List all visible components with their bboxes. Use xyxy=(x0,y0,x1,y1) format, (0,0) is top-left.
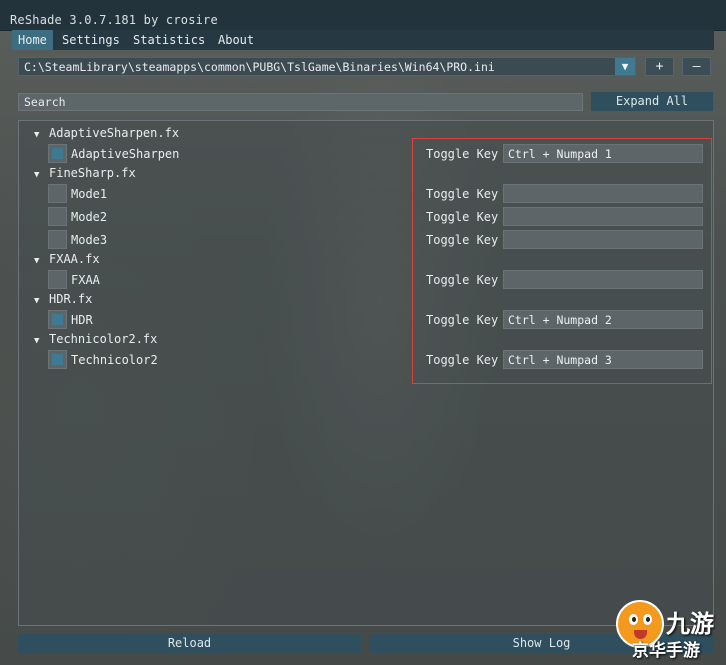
toggle-key-label: Toggle Key xyxy=(426,210,499,224)
technique-name: HDR xyxy=(71,313,93,327)
tab-home[interactable]: Home xyxy=(12,30,53,50)
search-placeholder: Search xyxy=(24,95,66,109)
toggle-key-label: Toggle Key xyxy=(426,147,499,161)
effect-header[interactable]: ▼ FXAA.fx xyxy=(34,252,100,266)
effect-header[interactable]: ▼ HDR.fx xyxy=(34,292,92,306)
tab-about[interactable]: About xyxy=(212,30,260,50)
effect-header[interactable]: ▼ FineSharp.fx xyxy=(34,166,136,180)
technique-checkbox[interactable] xyxy=(48,184,67,203)
technique-name: Mode3 xyxy=(71,233,108,247)
collapse-arrow-icon[interactable]: ▼ xyxy=(34,130,42,140)
toggle-key-input[interactable] xyxy=(503,270,703,289)
remove-preset-button[interactable]: – xyxy=(682,57,711,76)
toggle-key-input[interactable] xyxy=(503,207,703,226)
technique-checkbox[interactable] xyxy=(48,270,67,289)
triangle-down-icon[interactable]: ▼ xyxy=(615,58,635,75)
collapse-arrow-icon[interactable]: ▼ xyxy=(34,170,42,180)
title-bar: ReShade 3.0.7.181 by crosire xyxy=(0,0,726,31)
reload-button[interactable]: Reload xyxy=(18,634,361,653)
toggle-key-input[interactable]: Ctrl + Numpad 3 xyxy=(503,350,703,369)
preset-path-select[interactable]: C:\SteamLibrary\steamapps\common\PUBG\Ts… xyxy=(18,57,636,76)
technique-name: AdaptiveSharpen xyxy=(71,147,180,161)
search-input[interactable]: Search xyxy=(18,93,583,111)
technique-checkbox[interactable] xyxy=(48,144,67,163)
effect-header[interactable]: ▼ Technicolor2.fx xyxy=(34,332,157,346)
collapse-arrow-icon[interactable]: ▼ xyxy=(34,336,42,346)
window-title: ReShade 3.0.7.181 by crosire xyxy=(10,13,218,27)
tab-settings[interactable]: Settings xyxy=(56,30,126,50)
effect-header[interactable]: ▼ AdaptiveSharpen.fx xyxy=(34,126,179,140)
tab-statistics[interactable]: Statistics xyxy=(127,30,211,50)
toggle-key-label: Toggle Key xyxy=(426,273,499,287)
toggle-key-input[interactable]: Ctrl + Numpad 1 xyxy=(503,144,703,163)
toggle-key-label: Toggle Key xyxy=(426,187,499,201)
toggle-key-input[interactable]: Ctrl + Numpad 2 xyxy=(503,310,703,329)
technique-name: Mode1 xyxy=(71,187,108,201)
technique-name: Technicolor2 xyxy=(71,353,158,367)
technique-checkbox[interactable] xyxy=(48,207,67,226)
technique-name: Mode2 xyxy=(71,210,108,224)
menu-bar: Home Settings Statistics About xyxy=(12,30,714,50)
technique-checkbox[interactable] xyxy=(48,310,67,329)
toggle-key-label: Toggle Key xyxy=(426,313,499,327)
toggle-key-input[interactable] xyxy=(503,230,703,249)
toggle-key-input[interactable] xyxy=(503,184,703,203)
watermark-subtext: 京华手游 xyxy=(632,641,700,661)
technique-name: FXAA xyxy=(71,273,100,287)
collapse-arrow-icon[interactable]: ▼ xyxy=(34,256,42,266)
technique-checkbox[interactable] xyxy=(48,350,67,369)
preset-path-value: C:\SteamLibrary\steamapps\common\PUBG\Ts… xyxy=(24,60,495,74)
toggle-key-label: Toggle Key xyxy=(426,233,499,247)
toggle-key-label: Toggle Key xyxy=(426,353,499,367)
collapse-arrow-icon[interactable]: ▼ xyxy=(34,296,42,306)
watermark: 九游 京华手游 xyxy=(564,580,726,665)
add-preset-button[interactable]: + xyxy=(645,57,674,76)
watermark-text: 九游 xyxy=(666,610,714,638)
technique-checkbox[interactable] xyxy=(48,230,67,249)
expand-all-button[interactable]: Expand All xyxy=(591,92,713,111)
